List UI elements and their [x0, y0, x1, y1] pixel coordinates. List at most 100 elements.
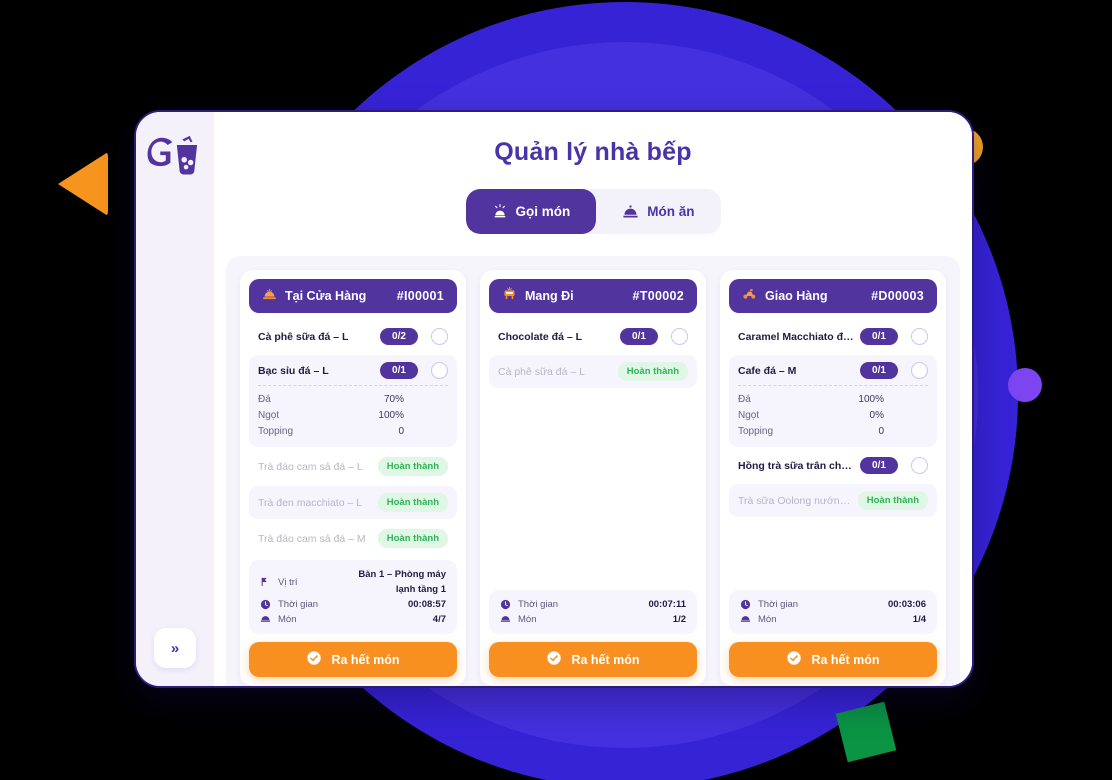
location-icon: [260, 576, 273, 588]
order-item[interactable]: Trà đào cam sả đá – L Hoàn thành: [249, 450, 457, 483]
option-value: 100%: [858, 394, 884, 405]
order-item[interactable]: Bạc sỉu đá – L 0/1 Đá 70% Ngọt 100% Topp…: [249, 355, 457, 447]
order-card-footer: Vị trí Bàn 1 – Phòng máy lạnh tầng 1 Thờ…: [249, 560, 457, 634]
order-item-name: Chocolate đá – L: [498, 330, 583, 343]
status-badge: Hoàn thành: [377, 529, 448, 548]
delivery-icon: [742, 286, 757, 306]
footer-label: Món: [518, 614, 537, 625]
order-item-name: Trà đen macchiato – L: [258, 496, 363, 509]
clock-icon: [740, 599, 753, 610]
order-item-name: Bạc sỉu đá – L: [258, 364, 329, 377]
order-item[interactable]: Trà sữa Oolong nướng – M Hoàn thành: [729, 484, 937, 517]
footer-value: 00:03:06: [887, 599, 926, 610]
status-badge: Hoàn thành: [617, 362, 688, 381]
order-item-checkbox[interactable]: [911, 328, 928, 345]
footer-label: Vị trí: [278, 576, 298, 588]
order-item-checkbox[interactable]: [431, 328, 448, 345]
order-item[interactable]: Chocolate đá – L 0/1: [489, 321, 697, 352]
option-row: Ngọt 100%: [258, 408, 448, 424]
order-type-label: Tại Cửa Hàng: [285, 289, 367, 303]
footer-value: 00:07:11: [648, 599, 686, 610]
order-item[interactable]: Trà đen macchiato – L Hoàn thành: [249, 486, 457, 519]
tab-mon-an[interactable]: Món ăn: [596, 189, 720, 234]
option-value: 0%: [869, 410, 884, 421]
dine-in-icon: [262, 286, 277, 306]
order-item-name: Caramel Macchiato đá – L: [738, 330, 860, 343]
takeaway-icon: [502, 286, 517, 306]
sidebar-collapse-button[interactable]: »: [154, 628, 196, 668]
order-item-checkbox[interactable]: [911, 362, 928, 379]
dish-icon: [740, 614, 753, 625]
order-item[interactable]: Cà phê sữa đá – L Hoàn thành: [489, 355, 697, 388]
footer-row: Vị trí Bàn 1 – Phòng máy lạnh tầng 1: [260, 567, 446, 597]
option-row: Đá 70%: [258, 392, 448, 408]
option-label: Topping: [738, 426, 774, 437]
order-item[interactable]: Cà phê sữa đá – L 0/2: [249, 321, 457, 352]
order-item-options: Đá 100% Ngọt 0% Topping 0: [738, 385, 928, 440]
footer-row: Thời gian 00:03:06: [740, 597, 926, 612]
order-item-name: Trà đào cam sả đá – M: [258, 532, 366, 545]
order-card-header: Tại Cửa Hàng #I00001: [249, 279, 457, 313]
option-value: 70%: [383, 394, 404, 405]
order-code: #D00003: [871, 289, 924, 303]
option-row: Ngọt 0%: [738, 408, 928, 424]
tablet-device-frame: » Quản lý nhà bếp Gọi món Món ăn Tại Cửa…: [134, 110, 974, 688]
order-item-checkbox[interactable]: [431, 362, 448, 379]
order-card-footer: Thời gian 00:07:11 Món 1/2: [489, 590, 697, 634]
chevron-double-right-icon: »: [170, 639, 180, 657]
footer-value: Bàn 1 – Phòng máy lạnh tầng 1: [358, 569, 446, 595]
check-circle-icon: [306, 650, 322, 669]
tab-mon-an-label: Món ăn: [647, 204, 695, 219]
order-card-header: Mang Đi #T00002: [489, 279, 697, 313]
order-item[interactable]: Trà đào cam sả đá – M Hoàn thành: [249, 522, 457, 554]
order-item-name: Cà phê sữa đá – L: [498, 365, 586, 378]
check-circle-icon: [546, 650, 562, 669]
screenshot-stage: » Quản lý nhà bếp Gọi món Món ăn Tại Cửa…: [0, 0, 1112, 780]
footer-row: Thời gian 00:08:57: [260, 597, 446, 612]
complete-all-button[interactable]: Ra hết món: [249, 642, 457, 677]
order-item-qty: 0/1: [860, 362, 898, 379]
footer-label: Thời gian: [518, 599, 559, 610]
order-item-name: Cà phê sữa đá – L: [258, 330, 349, 343]
order-items-list: Cà phê sữa đá – L 0/2 Bạc sỉu đá – L 0/1: [249, 313, 457, 554]
order-type-label: Mang Đi: [525, 289, 574, 303]
order-item-qty: 0/1: [860, 328, 898, 345]
order-item-options: Đá 70% Ngọt 100% Topping 0: [258, 385, 448, 440]
order-card[interactable]: Mang Đi #T00002 Chocolate đá – L 0/1 Cà …: [480, 270, 706, 686]
complete-all-button[interactable]: Ra hết món: [489, 642, 697, 677]
dish-icon: [260, 614, 273, 625]
complete-all-label: Ra hết món: [331, 652, 400, 667]
order-code: #T00002: [632, 289, 684, 303]
order-item[interactable]: Cafe đá – M 0/1 Đá 100% Ngọt 0% Topping …: [729, 355, 937, 447]
status-badge: Hoàn thành: [377, 457, 448, 476]
decorative-orange-triangle: [58, 152, 108, 216]
go-bubble-tea-logo: [147, 134, 203, 180]
tab-goi-mon[interactable]: Gọi món: [465, 189, 597, 234]
tab-bar: Gọi món Món ăn: [465, 189, 721, 234]
order-item[interactable]: Hồng trà sữa trân châu – M 0/1: [729, 450, 937, 481]
footer-value: 1/4: [912, 614, 926, 625]
order-card[interactable]: Tại Cửa Hàng #I00001 Cà phê sữa đá – L 0…: [240, 270, 466, 686]
order-type-label: Giao Hàng: [765, 289, 828, 303]
order-item-checkbox[interactable]: [911, 457, 928, 474]
option-label: Ngọt: [738, 410, 760, 421]
order-card[interactable]: Giao Hàng #D00003 Caramel Macchiato đá –…: [720, 270, 946, 686]
clock-icon: [500, 599, 513, 610]
tab-goi-mon-label: Gọi món: [515, 204, 571, 219]
clock-icon: [260, 599, 273, 610]
status-badge: Hoàn thành: [377, 493, 448, 512]
option-row: Đá 100%: [738, 392, 928, 408]
complete-all-button[interactable]: Ra hết món: [729, 642, 937, 677]
order-item-qty: 0/1: [380, 362, 418, 379]
order-item-checkbox[interactable]: [671, 328, 688, 345]
check-circle-icon: [786, 650, 802, 669]
option-label: Đá: [738, 394, 751, 405]
footer-row: Món 1/4: [740, 612, 926, 627]
order-item[interactable]: Caramel Macchiato đá – L 0/1: [729, 321, 937, 352]
footer-label: Món: [758, 614, 777, 625]
orders-board: Tại Cửa Hàng #I00001 Cà phê sữa đá – L 0…: [226, 256, 960, 686]
main-content: Quản lý nhà bếp Gọi món Món ăn Tại Cửa H…: [214, 112, 972, 686]
order-card-header: Giao Hàng #D00003: [729, 279, 937, 313]
option-row: Topping 0: [258, 424, 448, 440]
footer-row: Thời gian 00:07:11: [500, 597, 686, 612]
